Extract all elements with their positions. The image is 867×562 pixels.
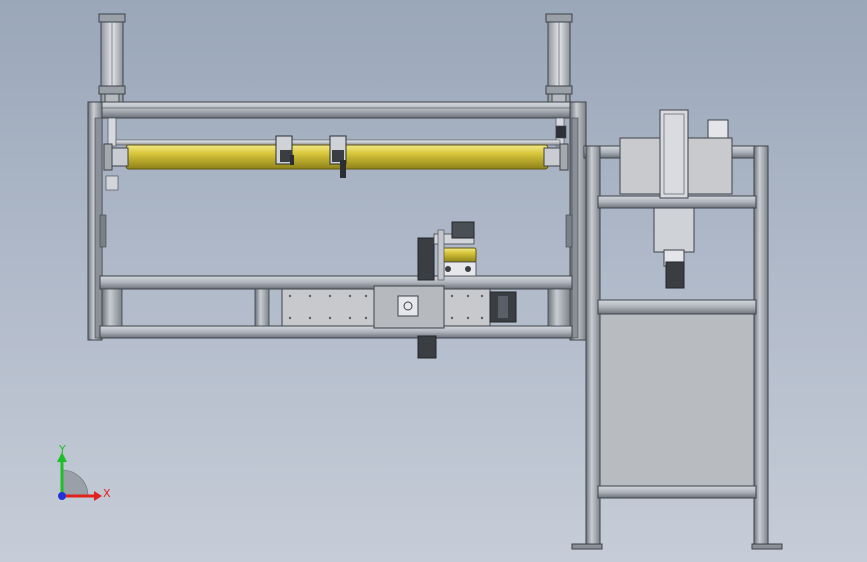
lower-beam xyxy=(99,325,573,339)
left-cylinder xyxy=(98,13,126,103)
axis-label-x: X xyxy=(103,487,111,500)
center-mechanism xyxy=(417,221,477,281)
roller-clamp-1 xyxy=(275,135,294,165)
roller-assembly xyxy=(103,117,569,191)
coordinate-triad-icon: Y X xyxy=(57,443,111,501)
right-cylinder xyxy=(545,13,573,103)
middle-beam xyxy=(99,275,573,290)
linear-module xyxy=(281,285,517,359)
cad-viewport[interactable]: Y X xyxy=(0,0,867,562)
roller-clamp-2 xyxy=(329,135,347,178)
enclosure-panel xyxy=(599,313,755,487)
axis-label-y: Y xyxy=(58,443,66,456)
top-beam xyxy=(87,101,587,119)
right-stand xyxy=(571,109,783,550)
